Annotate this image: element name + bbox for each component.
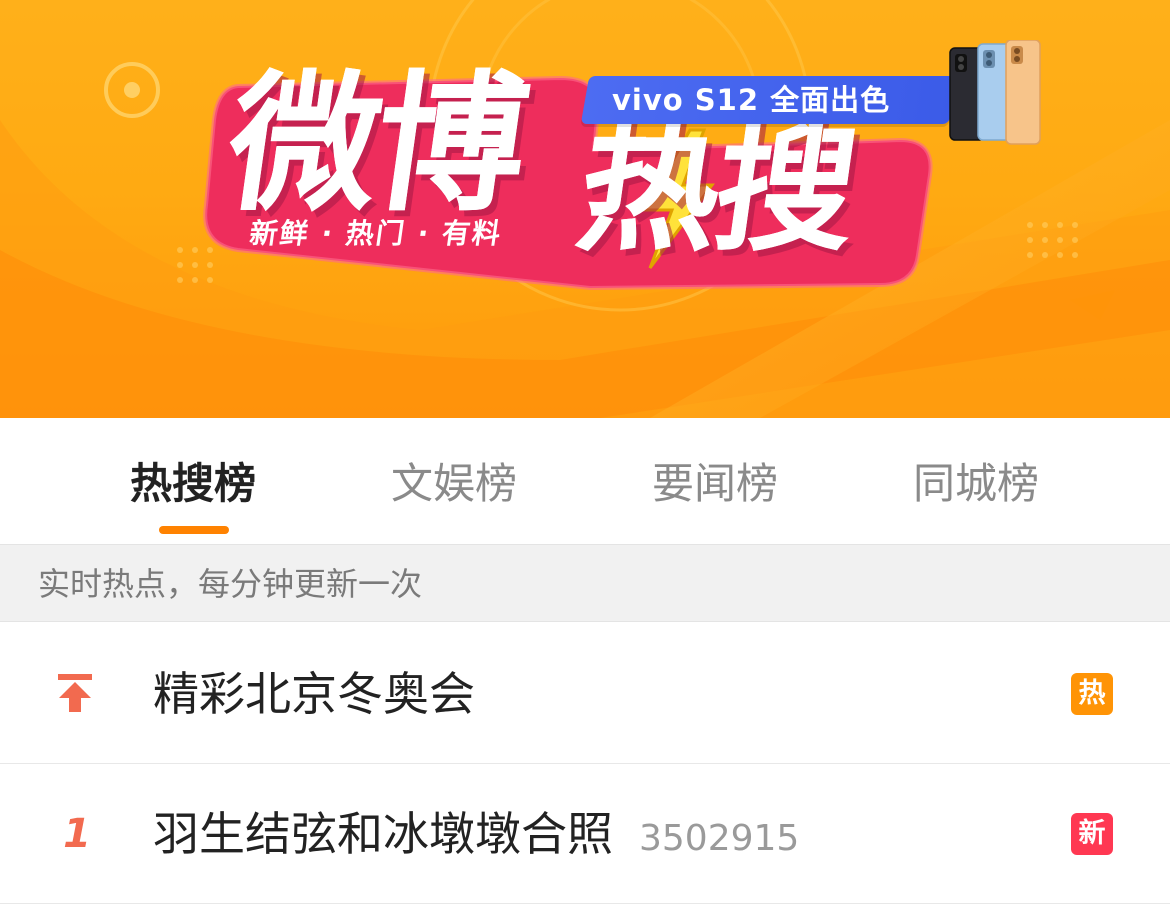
banner[interactable]: 微博 热搜 新鲜 · 热门 · 有料 vivo S12 全面出色: [0, 0, 1170, 418]
banner-slogan: 新鲜 · 热门 · 有料: [247, 217, 505, 250]
list-item-title: 羽生结弦和冰墩墩合照 3502915: [153, 764, 799, 909]
tab-hot-search[interactable]: 热搜榜: [63, 458, 323, 510]
rank-number: 1: [63, 811, 91, 857]
pin-top-icon: [58, 674, 92, 712]
tab-news[interactable]: 要闻榜: [585, 458, 845, 510]
list-item[interactable]: 1 羽生结弦和冰墩墩合照 3502915 新: [0, 764, 1170, 904]
subheader-text: 实时热点，每分钟更新一次: [38, 565, 423, 603]
hot-badge: 热: [1071, 673, 1113, 715]
tab-local[interactable]: 同城榜: [846, 458, 1106, 510]
phones-image: [949, 40, 1041, 145]
list-item[interactable]: 精彩北京冬奥会 热: [0, 624, 1170, 764]
list-item-title-text: 羽生结弦和冰墩墩合照: [153, 807, 613, 861]
tab-entertainment[interactable]: 文娱榜: [324, 458, 584, 510]
logo-weibo-text: 微博: [217, 58, 535, 232]
list-item-title: 精彩北京冬奥会: [153, 624, 475, 764]
sponsor-badge-text[interactable]: vivo S12 全面出色: [612, 80, 890, 120]
logo-resou-text: 热搜: [568, 108, 864, 271]
active-tab-indicator: [159, 526, 229, 534]
hot-count: 3502915: [639, 818, 800, 859]
new-badge: 新: [1071, 813, 1113, 855]
tab-bar: 热搜榜 文娱榜 要闻榜 同城榜: [0, 418, 1170, 544]
list-item-title-text: 精彩北京冬奥会: [153, 667, 475, 721]
list-subheader: 实时热点，每分钟更新一次: [0, 544, 1170, 622]
